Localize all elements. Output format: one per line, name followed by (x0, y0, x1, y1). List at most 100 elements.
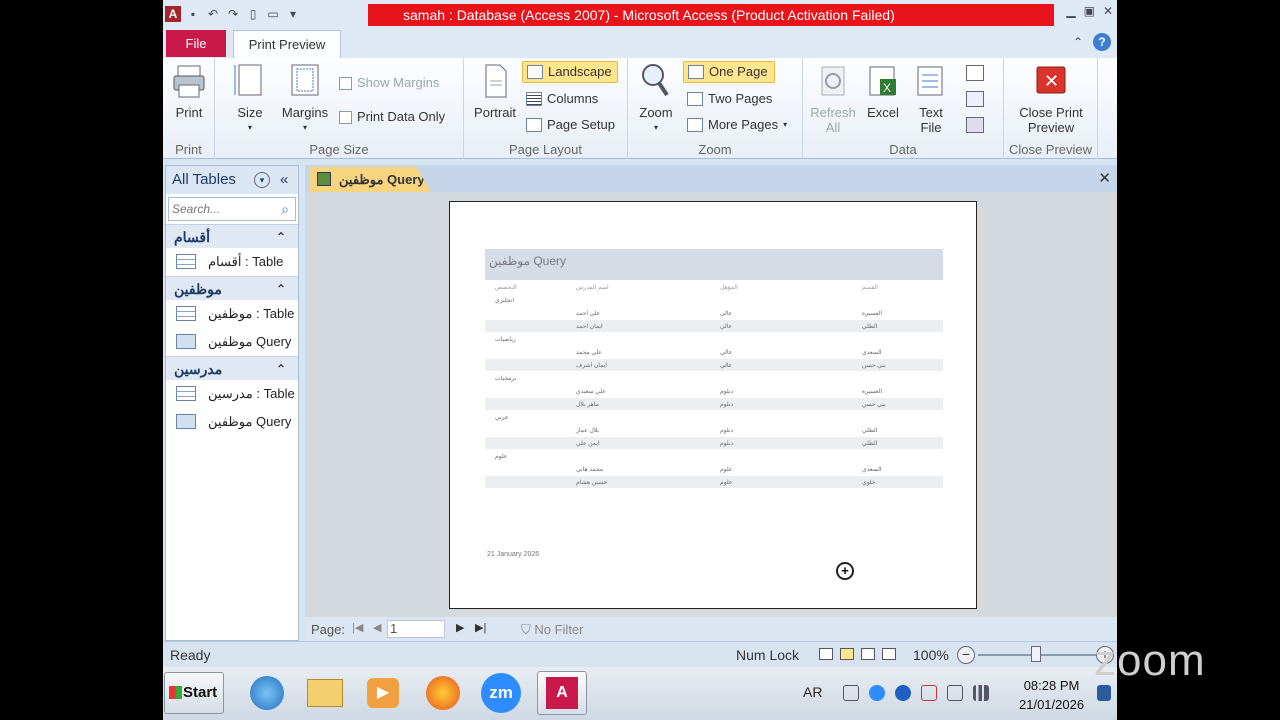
action-center-icon[interactable] (921, 685, 937, 701)
nav-item[interactable]: موظفين : Table (166, 300, 298, 328)
collapse-group-icon[interactable]: ⌃ (276, 225, 286, 249)
tab-file[interactable]: File (166, 30, 226, 57)
new-file-icon[interactable]: ▯ (245, 6, 261, 22)
report-view-icon[interactable] (819, 648, 833, 660)
zoom-percent[interactable]: 100% (913, 647, 949, 663)
report-cell: علي احمد (576, 311, 601, 317)
prev-page-icon[interactable]: ◀ (373, 621, 381, 634)
group-page-size: Size ▾ Margins ▾ Show Margins Print Data O… (215, 58, 464, 159)
nav-groups: أقسام ⌃ أقسام : Table موظفين ⌃ موظفين : Table… (166, 224, 298, 436)
report-cell: دبلوم (720, 389, 734, 395)
quick-access-toolbar: A ▪ ↶ ↷ ▯ ▭ ▾ (165, 4, 301, 24)
last-page-icon[interactable]: ▶| (475, 621, 486, 634)
refresh-all-button[interactable]: Refresh All (809, 63, 857, 135)
more-export-icon[interactable] (966, 117, 984, 133)
access-logo-icon[interactable]: A (165, 6, 181, 22)
show-desktop-icon[interactable] (1097, 685, 1111, 701)
nav-item-label: مدرسين : Table (208, 386, 295, 401)
print-button[interactable]: Print (169, 63, 209, 120)
nav-group-header[interactable]: أقسام ⌃ (166, 224, 298, 248)
show-margins-checkbox[interactable]: Show Margins (335, 72, 443, 94)
collapse-nav-icon[interactable]: « (280, 166, 288, 194)
design-view-icon[interactable] (882, 648, 896, 660)
undo-icon[interactable]: ↶ (205, 6, 221, 22)
document-tab-query[interactable]: موظفين Query (309, 167, 431, 192)
two-pages-button[interactable]: Two Pages (683, 88, 776, 110)
nav-item[interactable]: موظفين Query (166, 408, 298, 436)
group-close-preview: ✕ Close Print Preview Close Preview (1004, 58, 1098, 159)
report-row: علي محمد عالي السعدي (485, 346, 943, 358)
start-button[interactable]: Start (164, 672, 224, 714)
document-tab-bar: موظفين Query ✕ (305, 165, 1117, 192)
system-tray: AR 08:28 PM 21/01/2026 (799, 667, 1117, 720)
firefox-icon[interactable] (418, 671, 468, 715)
customize-toolbar-icon[interactable]: ▾ (285, 6, 301, 22)
open-folder-icon[interactable]: ▭ (265, 6, 281, 22)
zoom-out-icon[interactable]: − (957, 646, 975, 664)
nav-group-header[interactable]: موظفين ⌃ (166, 276, 298, 300)
device-icon[interactable] (947, 685, 963, 701)
zoom-slider-thumb[interactable] (1031, 646, 1041, 662)
size-button[interactable]: Size ▾ (227, 63, 273, 135)
close-window-icon[interactable]: ✕ (1103, 4, 1113, 18)
pdf-export-icon[interactable] (966, 65, 984, 81)
language-indicator[interactable]: AR (803, 684, 822, 700)
report-cell: ايمن علي (576, 441, 600, 447)
bluetooth-icon[interactable] (895, 685, 911, 701)
minimize-ribbon-icon[interactable]: ⌃ (1073, 35, 1083, 49)
collapse-group-icon[interactable]: ⌃ (276, 357, 286, 381)
close-print-preview-button[interactable]: ✕ Close Print Preview (1008, 63, 1094, 135)
next-page-icon[interactable]: ▶ (456, 621, 464, 634)
text-file-export-button[interactable]: Text File (909, 63, 953, 135)
zoom-button[interactable]: Zoom ▾ (634, 63, 678, 135)
margins-button[interactable]: Margins ▾ (277, 63, 333, 135)
help-icon[interactable]: ? (1093, 33, 1111, 51)
nav-group-label: موظفين (174, 281, 222, 297)
zoom-app-icon[interactable]: zm (476, 671, 526, 715)
no-filter-button[interactable]: ⛉ No Filter (521, 622, 584, 638)
nav-header[interactable]: All Tables ▾ « (166, 166, 298, 194)
save-icon[interactable]: ▪ (185, 6, 201, 22)
search-icon[interactable]: ⌕ (275, 198, 295, 220)
page-setup-button[interactable]: Page Setup (522, 114, 619, 136)
internet-explorer-icon[interactable] (242, 671, 292, 715)
volume-icon[interactable] (843, 685, 859, 701)
close-document-icon[interactable]: ✕ (1098, 169, 1111, 187)
minimize-icon[interactable]: ▁ (1066, 4, 1075, 18)
nav-dropdown-icon[interactable]: ▾ (254, 172, 270, 188)
landscape-button[interactable]: Landscape (522, 61, 618, 83)
print-preview-area[interactable]: موظفين Query التخصص اسم المدرس المؤهل القسم… (305, 192, 1117, 617)
zoom-tray-icon[interactable] (869, 685, 885, 701)
search-input[interactable] (169, 198, 275, 220)
nav-group-header[interactable]: مدرسين ⌃ (166, 356, 298, 380)
print-data-only-checkbox[interactable]: Print Data Only (335, 106, 449, 128)
columns-icon (526, 92, 542, 106)
columns-button[interactable]: Columns (522, 88, 602, 110)
first-page-icon[interactable]: |◀ (352, 621, 363, 634)
layout-view-icon[interactable] (861, 648, 875, 660)
file-explorer-icon[interactable] (300, 671, 350, 715)
report-group-row: انجليزي (485, 294, 943, 306)
print-preview-view-icon[interactable] (840, 648, 854, 660)
network-icon[interactable] (973, 685, 989, 701)
query-icon (176, 414, 196, 429)
clock[interactable]: 08:28 PM 21/01/2026 (1019, 676, 1084, 714)
more-pages-button[interactable]: More Pages ▾ (683, 114, 791, 136)
portrait-button[interactable]: Portrait (470, 63, 520, 120)
nav-item[interactable]: مدرسين : Table (166, 380, 298, 408)
nav-item[interactable]: موظفين Query (166, 328, 298, 356)
page-number-input[interactable]: 1 (387, 620, 445, 638)
nav-item[interactable]: أقسام : Table (166, 248, 298, 276)
media-player-icon[interactable]: ▶ (358, 671, 408, 715)
report-page[interactable]: موظفين Query التخصص اسم المدرس المؤهل القسم… (449, 201, 977, 609)
margins-icon (288, 63, 322, 101)
one-page-button[interactable]: One Page (683, 61, 775, 83)
redo-icon[interactable]: ↷ (225, 6, 241, 22)
restore-icon[interactable]: ▣ (1084, 4, 1095, 18)
excel-export-button[interactable]: X Excel (861, 63, 905, 120)
collapse-group-icon[interactable]: ⌃ (276, 277, 286, 301)
access-app-icon[interactable]: A (537, 671, 587, 715)
window-controls: ▁ ▣ ✕ (1066, 4, 1113, 18)
email-icon[interactable] (966, 91, 984, 107)
tab-print-preview[interactable]: Print Preview (233, 30, 341, 58)
